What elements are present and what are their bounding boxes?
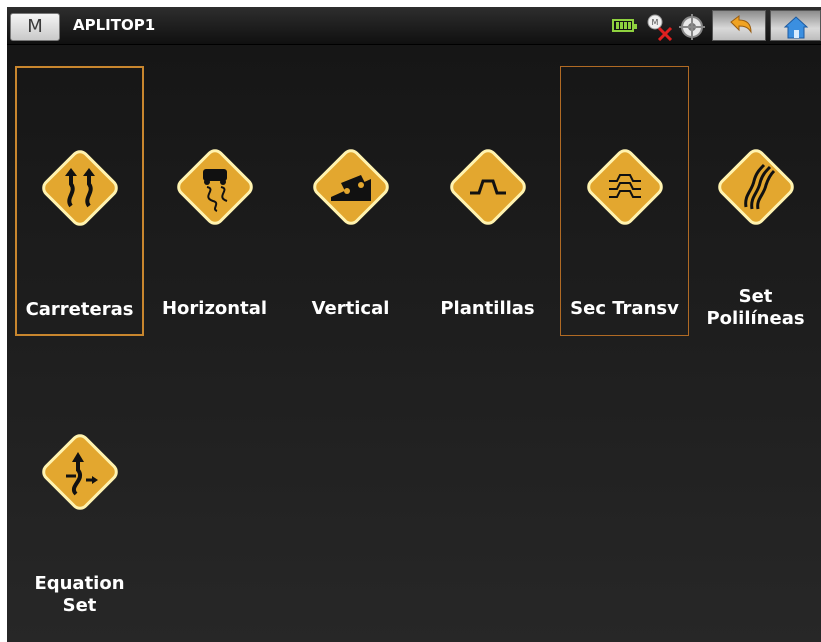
- battery-icon: [612, 19, 637, 32]
- polylines-icon: [717, 149, 794, 225]
- template-profile-icon: [449, 149, 526, 225]
- tile-set-polilineas[interactable]: Set Polilíneas: [691, 66, 820, 336]
- home-icon: [783, 16, 809, 39]
- tile-label-carreteras: Carreteras: [25, 299, 134, 320]
- home-button[interactable]: [770, 10, 821, 41]
- tile-vertical[interactable]: Vertical: [286, 66, 415, 336]
- tile-label-equation-set-line2: Set: [62, 595, 97, 616]
- svg-text:M: M: [652, 18, 659, 27]
- tile-label-set-polilineas-line2: Polilíneas: [706, 308, 805, 329]
- tile-label-plantillas: Plantillas: [440, 298, 535, 319]
- tile-horizontal[interactable]: Horizontal: [150, 66, 279, 336]
- tile-label-horizontal: Horizontal: [161, 298, 268, 319]
- tile-label-vertical: Vertical: [311, 298, 390, 319]
- tile-label-set-polilineas: Set Polilíneas: [680, 286, 821, 330]
- gps-target-icon[interactable]: [677, 13, 707, 41]
- tile-label-set-polilineas-line1: Set: [738, 286, 773, 307]
- tile-label-equation-set-line1: Equation: [34, 573, 125, 594]
- satellite-disconnected-icon[interactable]: M: [643, 13, 677, 41]
- cross-sections-icon: [586, 149, 663, 225]
- top-bar: M APLITOP1 M: [7, 7, 821, 45]
- tile-sec-transv[interactable]: Sec Transv: [560, 66, 689, 336]
- station-equation-icon: [41, 434, 118, 510]
- back-button[interactable]: [712, 10, 766, 41]
- app-window: M APLITOP1 M Carreteras Horizontal Verti…: [7, 7, 821, 642]
- tile-label-equation-set: Equation Set: [7, 573, 155, 617]
- menu-button[interactable]: M: [10, 13, 60, 41]
- tile-equation-set[interactable]: Equation Set: [15, 351, 144, 621]
- tile-plantillas[interactable]: Plantillas: [423, 66, 552, 336]
- tile-carreteras[interactable]: Carreteras: [15, 66, 144, 336]
- winding-road-arrows-icon: [41, 150, 118, 226]
- car-on-curved-road-icon: [176, 149, 253, 225]
- truck-on-slope-icon: [312, 149, 389, 225]
- back-arrow-icon: [730, 15, 752, 34]
- app-title: APLITOP1: [73, 16, 156, 34]
- tile-label-sec-transv: Sec Transv: [570, 298, 679, 319]
